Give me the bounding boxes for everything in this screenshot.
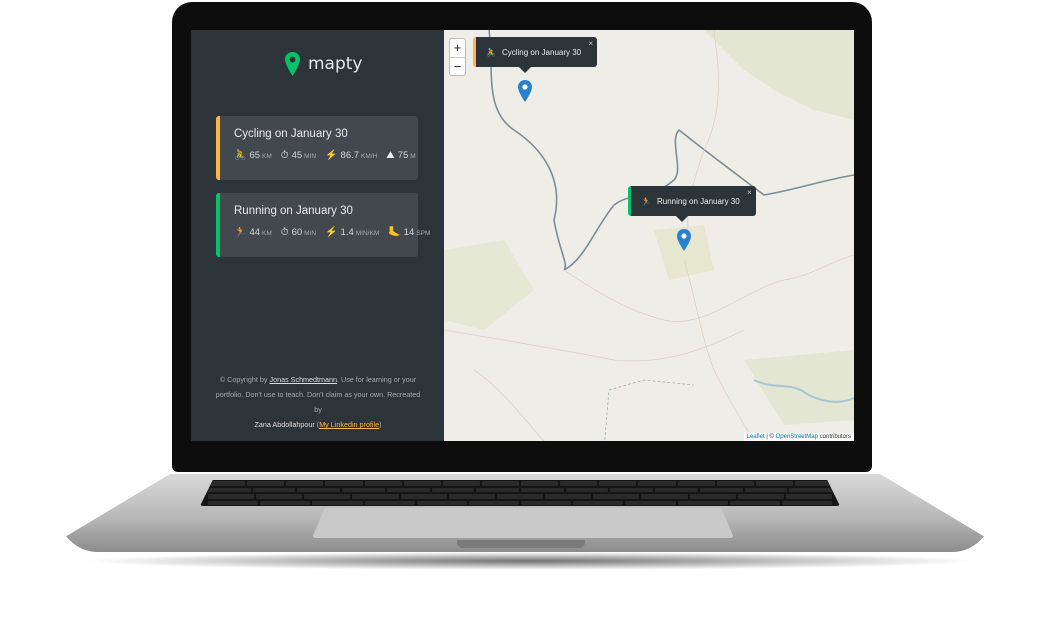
runner-icon: 🏃 [234, 227, 247, 238]
popup-tip [676, 216, 688, 222]
logo-text: mapty [308, 54, 363, 74]
cyclist-icon: 🚴 [234, 150, 247, 161]
close-icon[interactable]: × [588, 39, 593, 48]
workout-duration: ⏱ 45 MIN [280, 150, 317, 161]
laptop-trackpad [312, 508, 734, 538]
workout-card-cycling[interactable]: Cycling on January 30 🚴 65 KM ⏱ 45 MIN ⚡… [216, 116, 418, 180]
map-tiles[interactable] [444, 30, 854, 441]
footprint-icon: 🦶 [388, 227, 401, 238]
linkedin-link[interactable]: My Linkedin profile [319, 420, 379, 429]
map-pin-logo-icon [285, 52, 300, 76]
workout-card-running[interactable]: Running on January 30 🏃 44 KM ⏱ 60 MIN ⚡… [216, 193, 430, 257]
app-screen: mapty Cycling on January 30 🚴 65 KM ⏱ 45… [191, 30, 854, 441]
author-link[interactable]: Jonas Schmedtmann [270, 375, 338, 384]
copyright-footer: © Copyright by Jonas Schmedtmann. Use fo… [215, 375, 421, 429]
map-marker-icon[interactable] [518, 80, 532, 102]
workout-cadence: 🦶 14 SPM [388, 227, 431, 238]
workout-title: Running on January 30 [234, 205, 353, 217]
workout-distance: 🚴 65 KM [234, 150, 272, 161]
laptop-shadow [80, 552, 980, 570]
popup-text: Running on January 30 [656, 196, 740, 206]
cyclist-icon: 🚴 [486, 47, 496, 57]
popup-cycling[interactable]: 🚴 Cycling on January 30 × [473, 37, 598, 67]
workout-duration: ⏱ 60 MIN [280, 227, 317, 238]
stopwatch-icon: ⏱ [280, 227, 289, 238]
popup-running[interactable]: 🏃 Running on January 30 × [628, 186, 756, 216]
zoom-control: + − [449, 38, 466, 76]
laptop-keyboard [200, 480, 840, 506]
popup-text: Cycling on January 30 [501, 47, 582, 57]
logo: mapty [285, 52, 363, 76]
map-marker-icon[interactable] [677, 229, 691, 251]
close-icon[interactable]: × [747, 188, 752, 197]
mountain-icon: ⛰ [386, 150, 395, 161]
popup-tip [519, 67, 531, 73]
lightning-icon: ⚡ [325, 227, 338, 238]
workout-pace: ⚡ 1.4 MIN/KM [325, 227, 380, 238]
workout-distance: 🏃 44 KM [234, 227, 272, 238]
map-attribution: Leaflet | © OpenStreetMap contributors [743, 433, 854, 441]
workout-elevation: ⛰ 75 M [386, 150, 416, 161]
workout-title: Cycling on January 30 [234, 128, 348, 140]
sidebar: mapty Cycling on January 30 🚴 65 KM ⏱ 45… [191, 30, 444, 441]
zoom-out-button[interactable]: − [450, 57, 465, 75]
zoom-in-button[interactable]: + [450, 39, 465, 57]
workout-details: 🚴 65 KM ⏱ 45 MIN ⚡ 86.7 KM/H ⛰ 75 M [234, 150, 418, 161]
stopwatch-icon: ⏱ [280, 150, 289, 161]
runner-icon: 🏃 [641, 196, 651, 206]
workout-speed: ⚡ 86.7 KM/H [325, 150, 378, 161]
osm-link[interactable]: OpenStreetMap [776, 434, 818, 440]
map[interactable]: + − 🚴 Cycling on January 30 × 🏃 Running … [444, 30, 854, 441]
leaflet-link[interactable]: Leaflet [747, 434, 765, 440]
workout-details: 🏃 44 KM ⏱ 60 MIN ⚡ 1.4 MIN/KM 🦶 14 SPM [234, 227, 430, 238]
laptop-notch [457, 540, 585, 548]
lightning-icon: ⚡ [325, 150, 338, 161]
recreator-name: Zana Abdollahpour [254, 420, 315, 429]
